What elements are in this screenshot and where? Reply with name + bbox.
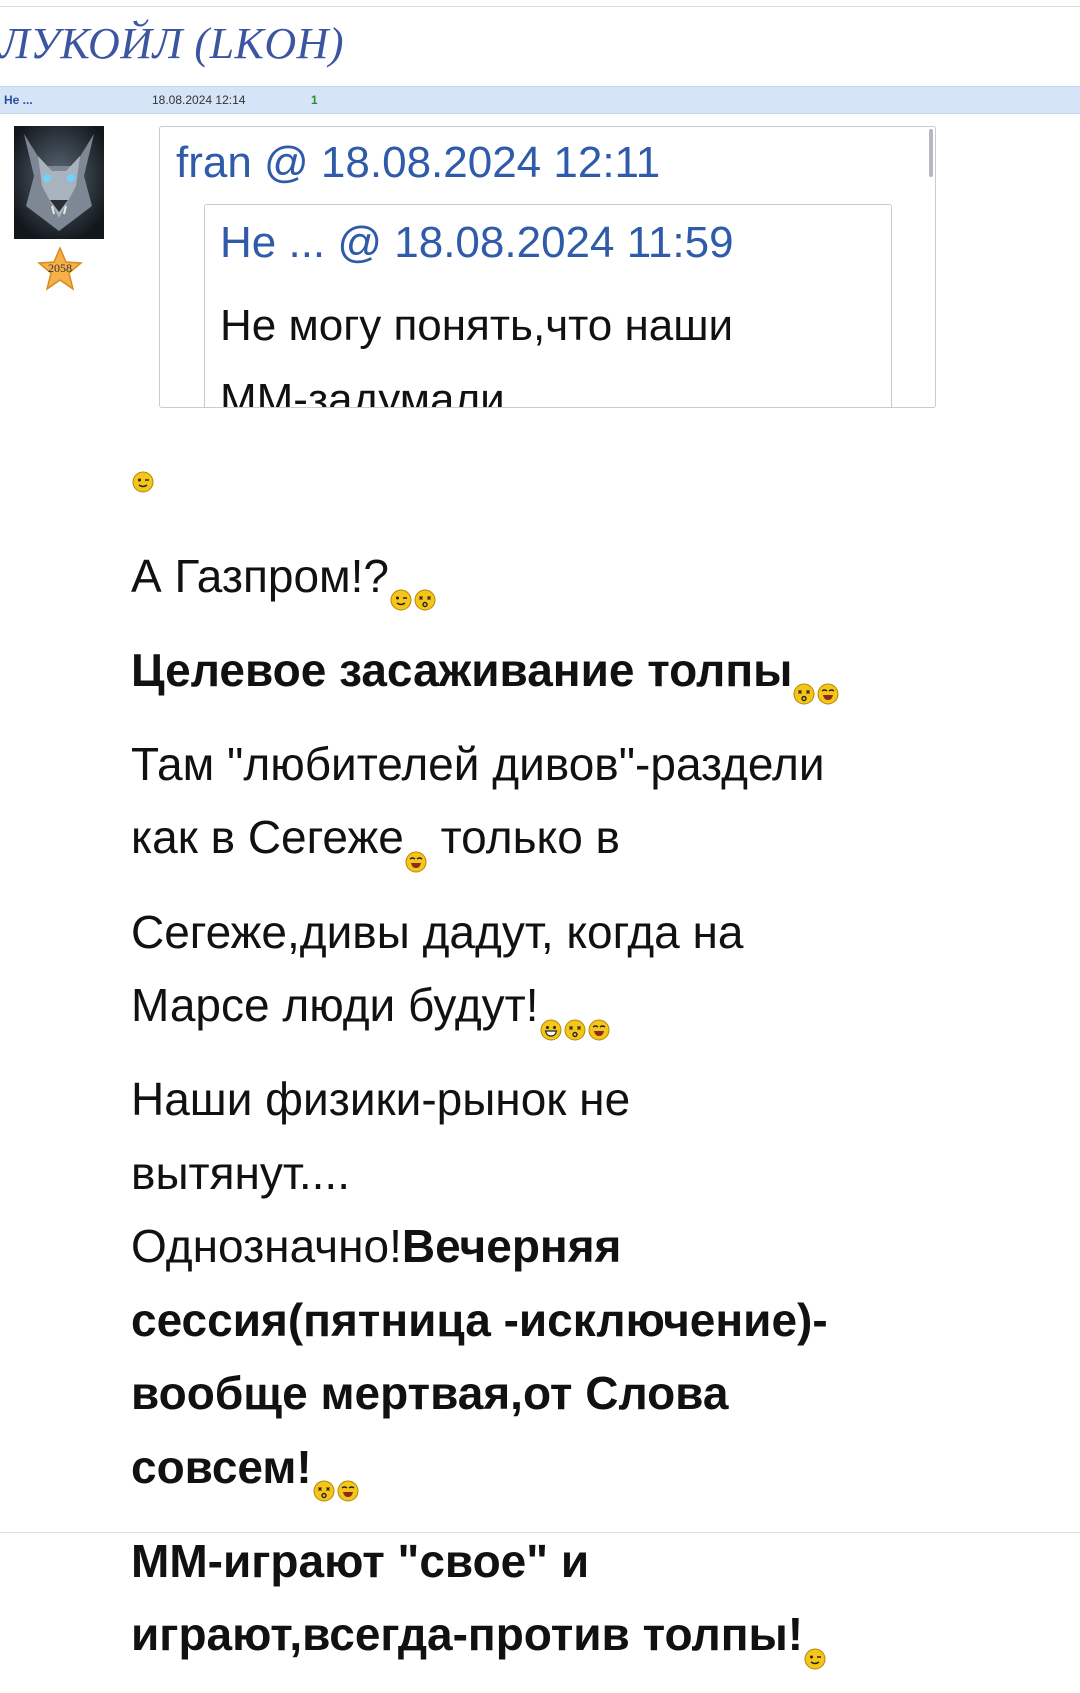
post-line-bold: играют,всегда-против толпы! xyxy=(131,1608,804,1661)
post-number[interactable]: 1 xyxy=(311,93,318,107)
laughing-smiley-icon xyxy=(404,850,428,874)
wink-smiley-icon xyxy=(389,588,413,612)
nested-quote-header[interactable]: Не ... @ 18.08.2024 11:59 xyxy=(220,218,734,268)
laughing-smiley-icon xyxy=(816,682,840,706)
quote-scrollbar[interactable] xyxy=(929,129,933,177)
post-line: как в Сегеже xyxy=(131,811,404,864)
post-line-bold: вообще мертвая,от Слова xyxy=(131,1367,729,1420)
smiley-group xyxy=(539,990,611,1064)
quote-block[interactable]: fran @ 18.08.2024 12:11 Не ... @ 18.08.2… xyxy=(159,126,936,408)
post-header-bar: Не ... 18.08.2024 12:14 1 xyxy=(0,86,1080,114)
quote-header[interactable]: fran @ 18.08.2024 12:11 xyxy=(176,138,660,188)
dizzy-smiley-icon xyxy=(563,1018,587,1042)
nested-quote-text: Не могу понять,что наши ММ-задумали.... xyxy=(220,289,880,408)
post-line-bold: сессия(пятница -исключение)- xyxy=(131,1293,828,1346)
laughing-smiley-icon xyxy=(587,1018,611,1042)
post-line: Наши физики-рынок не xyxy=(131,1073,631,1126)
dizzy-smiley-icon xyxy=(413,588,437,612)
nested-quote-line: Не могу понять,что наши xyxy=(220,301,734,350)
post-body: А Газпром!? Целевое засаживание толпы Та… xyxy=(131,466,961,1693)
smiley-group xyxy=(404,822,428,896)
dizzy-smiley-icon xyxy=(792,682,816,706)
bottom-divider xyxy=(0,1532,1080,1533)
post-line: Марсе люди будут! xyxy=(131,979,539,1032)
user-rating-badge: 2058 xyxy=(37,246,83,292)
smiley-group xyxy=(389,560,437,634)
nested-quote-block[interactable]: Не ... @ 18.08.2024 11:59 Не могу понять… xyxy=(204,204,892,408)
post-datetime: 18.08.2024 12:14 xyxy=(152,93,246,107)
post-line: Однозначно! xyxy=(131,1220,402,1273)
top-divider xyxy=(0,6,1080,7)
post-author-link[interactable]: Не ... xyxy=(4,93,33,107)
post-line-bold: совсем! xyxy=(131,1440,312,1493)
post-line: Там "любителей дивов"-раздели xyxy=(131,737,825,790)
smiley-group xyxy=(554,383,602,407)
forum-title[interactable]: ЛУКОЙЛ (LKOH) xyxy=(0,18,344,69)
post-line-bold: Вечерняя xyxy=(401,1220,622,1273)
post-line: А Газпром!? xyxy=(131,549,390,602)
smiley-group xyxy=(803,1619,827,1693)
nested-quote-line: ММ-задумали.... xyxy=(220,375,554,408)
grin-smiley-icon xyxy=(539,1018,563,1042)
post-line: только в xyxy=(427,811,620,864)
post-line-bold: ММ-играют "свое" и xyxy=(131,1534,590,1587)
post-line: вытянут.... xyxy=(131,1146,350,1199)
post-line: Сегеже,дивы дадут, когда на xyxy=(131,905,744,958)
laughing-smiley-icon xyxy=(336,1479,360,1503)
post-line-bold: Целевое засаживание толпы xyxy=(131,643,793,696)
smiley-group xyxy=(792,654,840,728)
user-rating-value: 2058 xyxy=(48,261,72,275)
dizzy-smiley-icon xyxy=(312,1479,336,1503)
wink-smiley-icon xyxy=(803,1647,827,1671)
user-avatar[interactable] xyxy=(14,126,104,239)
smiley-group xyxy=(312,1451,360,1525)
